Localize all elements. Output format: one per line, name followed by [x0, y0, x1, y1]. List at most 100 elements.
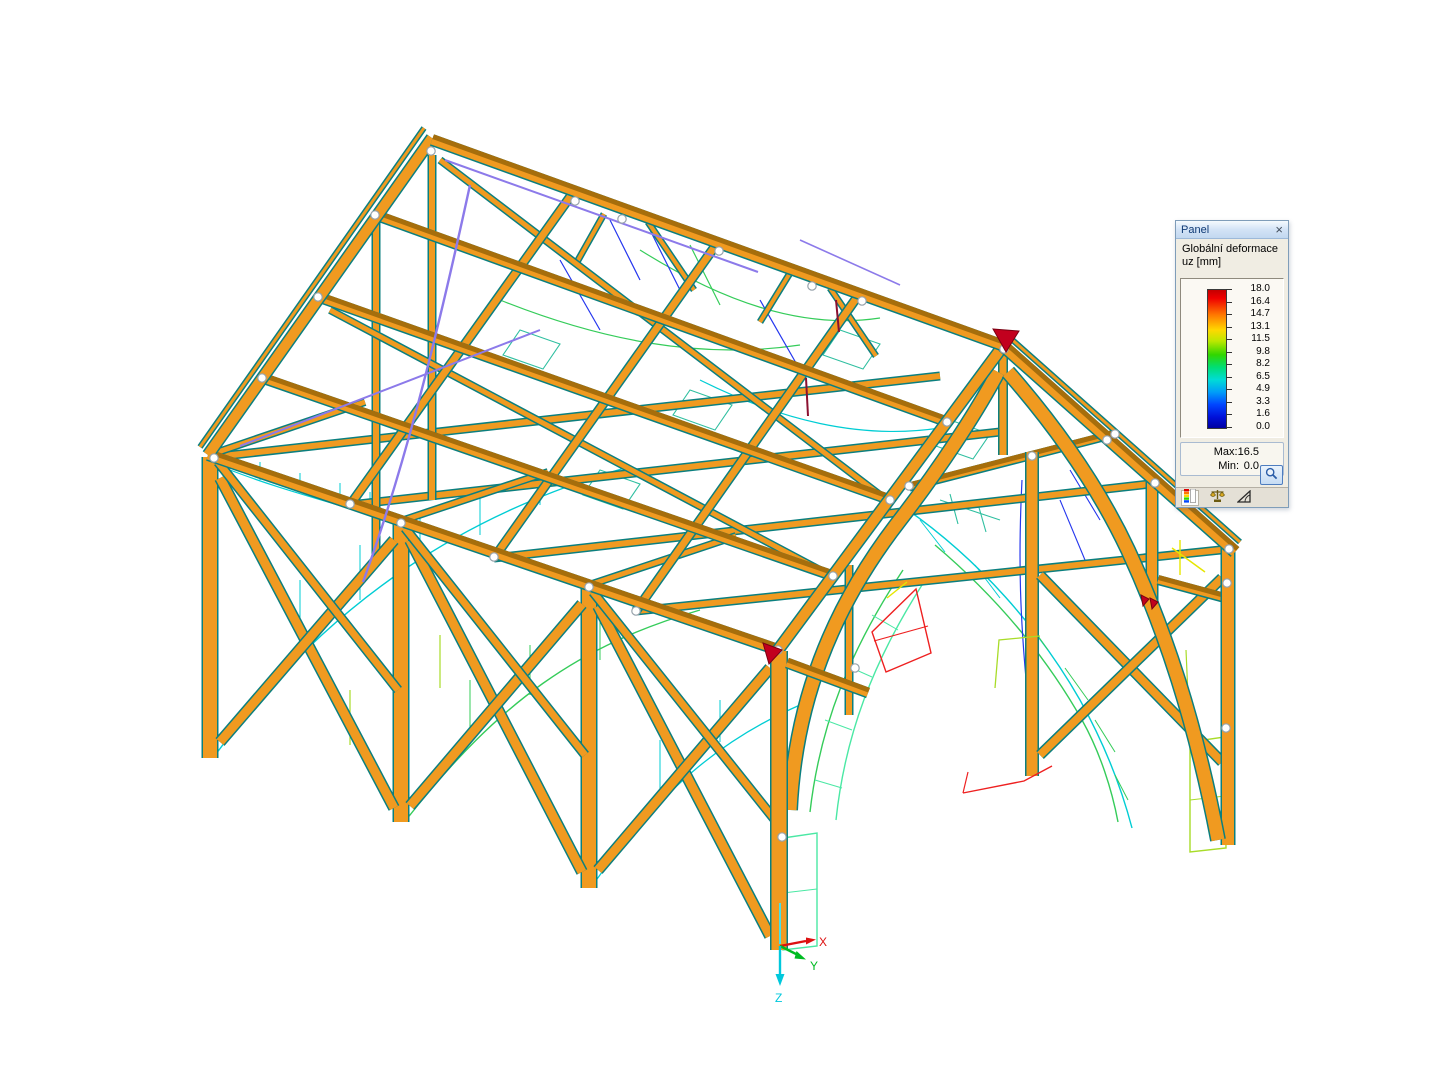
node[interactable]	[1110, 429, 1120, 439]
legend-tick-label: 6.5	[1256, 370, 1270, 382]
legend-tick-label: 16.4	[1250, 295, 1270, 307]
legend-tick: 14.7	[1225, 308, 1273, 320]
legend-subtitle: uz [mm]	[1182, 256, 1222, 268]
legend-tick: 3.3	[1225, 396, 1273, 408]
node[interactable]	[1221, 723, 1231, 733]
legend-tick: 8.2	[1225, 358, 1273, 370]
deformation-line	[1059, 499, 1086, 561]
node[interactable]	[313, 292, 323, 302]
legend-tick: 18.0	[1225, 283, 1273, 295]
panel-title: Panel	[1181, 223, 1210, 236]
panel-window[interactable]: Panel × Globální deformace uz [mm] 18.0 1…	[1175, 220, 1289, 508]
legend-box: 18.0 16.4 14.7 13.1 11.5 9.8 8.2 6.5 4.9 3.3 1.6 0.…	[1180, 278, 1284, 438]
panel-tab-strip	[1176, 487, 1288, 507]
legend-tick: 16.4	[1225, 295, 1273, 308]
z-axis-arrow	[775, 974, 785, 986]
beam-member[interactable]	[575, 213, 606, 263]
legend-tick: 6.5	[1225, 370, 1273, 383]
beam-top-face	[318, 291, 892, 500]
node[interactable]	[885, 495, 895, 505]
deformation-line	[904, 507, 1133, 829]
node[interactable]	[777, 832, 787, 842]
panel-titlebar[interactable]: Panel ×	[1176, 221, 1288, 239]
legend-tick-label: 0.0	[1256, 421, 1270, 432]
beam-member[interactable]	[406, 601, 586, 809]
node[interactable]	[1222, 578, 1232, 588]
beam-member[interactable]	[758, 271, 792, 324]
beam-member[interactable]	[430, 135, 1006, 351]
deformation-line	[782, 888, 818, 894]
node[interactable]	[1150, 478, 1160, 488]
panel-tab-color-scale[interactable]	[1181, 488, 1199, 506]
model-3d-svg[interactable]: XY Z	[0, 0, 1440, 1080]
max-label: Max:	[1213, 446, 1238, 458]
legend-tick: 4.9	[1225, 383, 1273, 395]
max-value: 16.5	[1237, 446, 1259, 458]
panel-tab-balance[interactable]	[1208, 490, 1226, 506]
node[interactable]	[570, 196, 580, 206]
node[interactable]	[714, 246, 724, 256]
legend-tick: 13.1	[1225, 320, 1273, 333]
node[interactable]	[631, 606, 641, 616]
beam-member[interactable]	[260, 374, 835, 580]
panel-close-button[interactable]: ×	[1275, 223, 1283, 236]
legend-tick-label: 13.1	[1250, 320, 1270, 332]
legend-tick-label: 9.8	[1256, 345, 1270, 357]
legend-tick: 11.5	[1225, 333, 1273, 345]
x-axis-label: X	[819, 935, 827, 949]
node[interactable]	[1102, 435, 1112, 445]
node[interactable]	[426, 146, 436, 156]
z-axis-label: Z	[775, 991, 782, 1005]
x-axis-arrow	[806, 937, 816, 945]
legend-tick: 9.8	[1225, 345, 1273, 358]
node[interactable]	[807, 281, 817, 291]
node[interactable]	[617, 214, 627, 224]
legend-tick: 1.6	[1225, 408, 1273, 420]
legend-tick-label: 8.2	[1256, 358, 1270, 370]
deformation-line	[814, 779, 843, 789]
legend-tick: 0.0	[1225, 421, 1273, 433]
deformation-line	[977, 503, 987, 533]
beam-member[interactable]	[590, 589, 778, 823]
angle-protractor-icon	[1236, 489, 1251, 506]
node[interactable]	[209, 453, 219, 463]
node[interactable]	[345, 499, 355, 509]
legend-tick-label: 18.0	[1250, 283, 1270, 294]
beam-member[interactable]	[316, 293, 892, 504]
deformation-line	[873, 625, 929, 642]
viewport-3d[interactable]: XY Z Panel × Globální deformace uz [mm] 1…	[0, 0, 1440, 1080]
deformation-line	[962, 771, 969, 794]
node[interactable]	[257, 373, 267, 383]
node[interactable]	[396, 518, 406, 528]
deformation-line	[1114, 774, 1129, 801]
node[interactable]	[857, 296, 867, 306]
axis-triad: XY Z	[775, 935, 827, 1005]
min-label: Min:	[1218, 460, 1239, 472]
legend-tick-label: 4.9	[1256, 383, 1270, 395]
legend-gradient-bar	[1207, 289, 1227, 429]
balance-scale-icon	[1209, 489, 1225, 506]
y-axis-label: Y	[810, 959, 818, 973]
deformation-line	[824, 719, 853, 731]
node[interactable]	[1027, 451, 1037, 461]
beam-top-face	[432, 134, 1007, 346]
y-axis-arrow	[794, 951, 806, 960]
node[interactable]	[1224, 544, 1234, 554]
legend-tick-label: 14.7	[1250, 308, 1270, 320]
legend-tick-label: 1.6	[1256, 408, 1270, 420]
deformation-line	[805, 377, 809, 417]
legend-caption: Globální deformace uz [mm]	[1176, 239, 1288, 269]
panel-zoom-button[interactable]	[1260, 465, 1283, 485]
node[interactable]	[584, 582, 594, 592]
legend-tick-label: 11.5	[1251, 333, 1270, 345]
node[interactable]	[904, 481, 914, 491]
magnifier-icon	[1265, 467, 1278, 483]
node[interactable]	[828, 571, 838, 581]
color-scale-icon	[1184, 488, 1196, 506]
legend-title: Globální deformace	[1182, 243, 1278, 255]
node[interactable]	[370, 210, 380, 220]
node[interactable]	[942, 417, 952, 427]
panel-tab-angle[interactable]	[1235, 489, 1253, 506]
node[interactable]	[850, 663, 860, 673]
node[interactable]	[489, 552, 499, 562]
